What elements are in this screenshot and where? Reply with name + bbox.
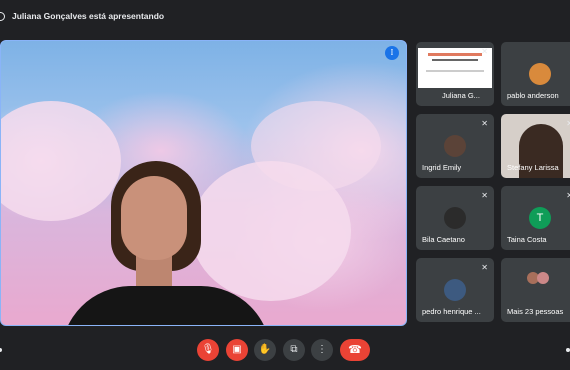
participant-name: Mais 23 pessoas xyxy=(507,307,564,316)
participant-tile[interactable]: ✕ Ingrid Emily xyxy=(416,114,494,178)
top-bar: Juliana Gonçalves está apresentando xyxy=(0,0,570,34)
call-controls: 🎙 ▣ ✋ ⧉ ⋮ ☎ xyxy=(0,334,570,364)
camera-off-icon[interactable]: ▣ xyxy=(226,339,248,361)
participant-name: Juliana G... xyxy=(442,91,480,100)
raise-hand-icon[interactable]: ✋ xyxy=(254,339,276,361)
slide-line xyxy=(432,59,478,61)
cloud-shape xyxy=(251,101,381,191)
participant-name: Taina Costa xyxy=(507,235,547,244)
edge-marker xyxy=(566,348,570,352)
participant-tile[interactable]: ✕ Juliana G... xyxy=(416,42,494,106)
participant-tile[interactable]: ✕ pedro henrique ... xyxy=(416,258,494,322)
participant-tile[interactable]: Mais 23 pessoas xyxy=(501,258,570,322)
avatar xyxy=(444,207,466,229)
mic-off-icon: ✕ xyxy=(481,47,488,56)
participant-tile[interactable]: ✕ Stefany Larissa xyxy=(501,114,570,178)
slide-line xyxy=(426,70,484,72)
presenting-text: Juliana Gonçalves está apresentando xyxy=(12,11,165,21)
end-call-icon[interactable]: ☎ xyxy=(340,339,370,361)
avatar xyxy=(537,272,549,284)
participant-tile[interactable]: pablo anderson xyxy=(501,42,570,106)
mic-off-icon: ✕ xyxy=(481,263,488,272)
slide-line xyxy=(428,53,482,56)
mic-off-icon: ✕ xyxy=(481,119,488,128)
participant-tile[interactable]: ✕ Bila Caetano xyxy=(416,186,494,250)
avatar: T xyxy=(529,207,551,229)
avatar xyxy=(529,63,551,85)
present-pin-icon xyxy=(0,12,5,21)
avatar xyxy=(444,135,466,157)
mic-off-icon: ✕ xyxy=(481,191,488,200)
present-screen-icon[interactable]: ⧉ xyxy=(283,339,305,361)
participant-name: pablo anderson xyxy=(507,91,559,100)
avatar xyxy=(444,279,466,301)
mic-off-icon: ✕ xyxy=(566,191,570,200)
main-video[interactable]: ⁞ xyxy=(0,40,407,326)
participant-tile[interactable]: ✕ T Taina Costa xyxy=(501,186,570,250)
audio-level-icon: ⁞ xyxy=(385,46,399,60)
mic-off-icon[interactable]: 🎙 xyxy=(197,339,219,361)
cloud-shape xyxy=(1,101,121,221)
speaker-face xyxy=(121,176,187,260)
participant-name: Stefany Larissa xyxy=(507,163,559,172)
participant-name: pedro henrique ... xyxy=(422,307,481,316)
edge-marker xyxy=(0,348,2,352)
participant-name: Ingrid Emily xyxy=(422,163,462,172)
participant-name: Bila Caetano xyxy=(422,235,465,244)
more-options-icon[interactable]: ⋮ xyxy=(311,339,333,361)
mic-off-icon: ✕ xyxy=(566,119,570,128)
